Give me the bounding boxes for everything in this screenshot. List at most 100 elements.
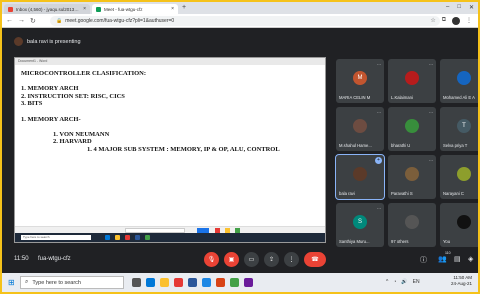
participant-tile[interactable]: 97 others xyxy=(388,203,436,247)
document-blank-line xyxy=(21,123,280,131)
chrome-icon[interactable] xyxy=(174,278,183,287)
document-line: 2. HARVARD xyxy=(53,138,92,146)
profile-avatar[interactable] xyxy=(452,17,460,25)
info-icon[interactable]: ⓘ xyxy=(420,255,427,265)
pin-icon[interactable]: + xyxy=(375,157,382,164)
leave-call-button[interactable]: ☎ xyxy=(304,252,326,267)
url-input[interactable]: 🔒 meet.google.com/fua-wtgu-cfz?pli=1&aut… xyxy=(50,16,440,26)
participant-tile[interactable]: bala ravi + xyxy=(335,154,385,200)
clock-date: 24-Aug-21 xyxy=(450,281,472,286)
new-tab-button[interactable]: + xyxy=(182,4,186,11)
participant-tile[interactable]: S Santhiya Muru... ⋯ xyxy=(336,203,384,247)
tab-label: Inbox (4,560) - jyaqu.sul2013@... xyxy=(16,6,82,12)
tab-strip: Inbox (4,560) - jyaqu.sul2013@... × Meet… xyxy=(2,2,478,14)
menu-icon[interactable]: ⋮ xyxy=(466,17,472,25)
taskbar-search-placeholder: Type here to search xyxy=(32,279,81,286)
shared-screen: Document1 - Word MICROCONTROLLER CLASIFI… xyxy=(14,57,326,243)
shared-app-icon xyxy=(145,235,150,240)
participant-tile[interactable]: L.Kalaimani ⋯ xyxy=(388,59,436,103)
participant-avatar xyxy=(457,167,471,181)
participant-name: M.shahul Hame... xyxy=(339,143,372,148)
participant-avatar xyxy=(353,119,367,133)
powerpoint-icon[interactable] xyxy=(216,278,225,287)
participant-name: Narayani C xyxy=(443,191,464,196)
tab-inbox[interactable]: Inbox (4,560) - jyaqu.sul2013@... × xyxy=(4,4,90,14)
shared-app-icon xyxy=(135,235,140,240)
participant-tile[interactable]: TSelva priya T⋯ xyxy=(440,107,478,151)
system-tray: ^ ◔ 🔊 EN xyxy=(386,279,420,285)
store-icon[interactable] xyxy=(202,278,211,287)
document-line: 1. MEMORY ARCH- xyxy=(21,115,81,123)
camera-off-button[interactable]: ▣ xyxy=(224,252,239,267)
back-icon[interactable]: ← xyxy=(6,17,13,24)
document-line: MICROCONTROLLER CLASIFICATION: xyxy=(21,70,147,77)
meeting-time: 11:50 xyxy=(14,256,29,262)
maximize-icon[interactable]: □ xyxy=(457,4,461,11)
shared-taskbar: Type here to search xyxy=(15,233,325,242)
people-icon[interactable]: 👥 xyxy=(438,255,447,263)
participant-count: 110 xyxy=(445,251,451,255)
clock[interactable]: 11:50 AM 24-Aug-21 xyxy=(451,275,472,287)
participant-tile[interactable]: Narayani C⋯ xyxy=(440,155,478,199)
present-icon: ⇪ xyxy=(268,257,275,263)
meet-icon xyxy=(96,6,101,12)
task-view-icon[interactable] xyxy=(132,278,141,287)
activities-icon[interactable]: ◈ xyxy=(468,255,473,263)
participant-tile[interactable]: bharathi U ⋯ xyxy=(388,107,436,151)
shared-status-bar xyxy=(15,226,325,233)
participant-tile[interactable]: M.shahul Hame... ⋯ xyxy=(336,107,384,151)
minimize-icon[interactable]: – xyxy=(446,4,449,11)
star-icon[interactable]: ☆ xyxy=(430,17,435,25)
phone-hangup-icon: ☎ xyxy=(311,257,319,263)
extensions-icon[interactable]: ⧉ xyxy=(442,17,446,25)
app-icon[interactable] xyxy=(244,278,253,287)
language-icon[interactable]: EN xyxy=(413,279,420,285)
mic-muted-icon: ⋯ xyxy=(377,62,381,67)
url-text: meet.google.com/fua-wtgu-cfz?pli=1&authu… xyxy=(65,18,175,24)
participant-name: 97 others xyxy=(391,239,409,244)
forward-icon[interactable]: → xyxy=(18,17,25,24)
shared-app-icon xyxy=(125,235,130,240)
meet-stage: bala ravi is presenting Document1 - Word… xyxy=(2,29,478,273)
wifi-icon[interactable]: ◔ xyxy=(393,279,396,285)
volume-icon[interactable]: 🔊 xyxy=(401,279,407,285)
participant-tile[interactable]: Paravathi S ⋯ xyxy=(388,155,436,199)
windows-start-icon[interactable]: ⊞ xyxy=(8,278,15,287)
participant-tile[interactable]: You xyxy=(440,203,478,247)
more-options-button[interactable]: ⋮ xyxy=(284,252,299,267)
mic-muted-icon: ⋯ xyxy=(377,110,381,115)
file-explorer-icon[interactable] xyxy=(160,278,169,287)
meet-control-bar: 11:50 fua-wtgu-cfz 🎙 ▣ ▭ ⇪ ⋮ ☎ ⓘ 👥 110 ▤… xyxy=(2,247,478,273)
participant-avatar xyxy=(405,167,419,181)
camera-off-icon: ▣ xyxy=(228,257,235,263)
document-line: 2. INSTRUCTION SET: RISC, CICS xyxy=(21,92,125,100)
presenter-banner: bala ravi is presenting xyxy=(14,37,81,46)
close-icon[interactable]: × xyxy=(171,6,174,12)
participant-tile[interactable]: Mohamed Ali E A⋯ xyxy=(440,59,478,103)
mic-off-icon: 🎙 xyxy=(207,257,216,263)
chat-icon[interactable]: ▤ xyxy=(454,255,461,263)
mic-muted-icon: ⋯ xyxy=(429,158,433,163)
chevron-up-icon[interactable]: ^ xyxy=(386,279,388,285)
participant-tile[interactable]: M MARIA CELIN M ⋯ xyxy=(336,59,384,103)
tab-meet[interactable]: Meet - fua-wtgu-cfz × xyxy=(92,4,178,14)
excel-icon[interactable] xyxy=(230,278,239,287)
participant-name: MARIA CELIN M xyxy=(339,95,371,100)
mic-muted-icon: ⋯ xyxy=(429,110,433,115)
word-icon[interactable] xyxy=(188,278,197,287)
document-line: 1. MEMORY ARCH xyxy=(21,85,79,93)
document-blank-line xyxy=(21,108,280,116)
shared-window-title: Document1 - Word xyxy=(15,58,325,65)
mic-off-button[interactable]: 🎙 xyxy=(204,252,219,267)
participant-avatar: T xyxy=(457,119,471,133)
edge-icon[interactable] xyxy=(146,278,155,287)
close-window-icon[interactable]: ✕ xyxy=(469,4,474,11)
participant-name: bala ravi xyxy=(339,191,355,196)
document-line: 1. 4 MAJOR SUB SYSTEM : MEMORY, IP & OP,… xyxy=(87,145,280,153)
reload-icon[interactable]: ↻ xyxy=(30,17,36,25)
shared-app-icon xyxy=(105,235,110,240)
close-icon[interactable]: × xyxy=(83,6,86,12)
present-button[interactable]: ⇪ xyxy=(264,252,279,267)
taskbar-search-input[interactable]: ⌕ Type here to search xyxy=(20,276,124,289)
captions-button[interactable]: ▭ xyxy=(244,252,259,267)
